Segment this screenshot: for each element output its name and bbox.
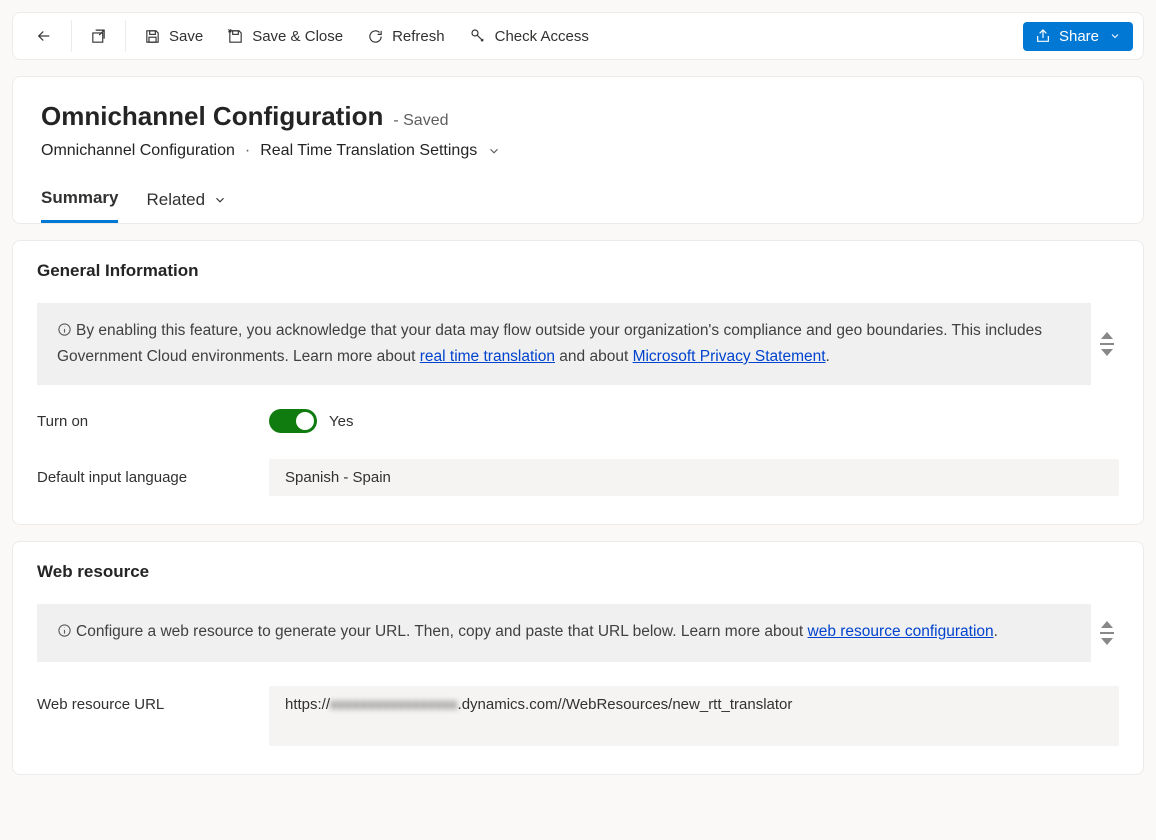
saved-status: - Saved bbox=[393, 112, 448, 130]
chevron-down-icon bbox=[487, 144, 501, 158]
real-time-translation-link[interactable]: real time translation bbox=[420, 348, 555, 365]
notice-scroll-control[interactable] bbox=[1095, 303, 1119, 385]
web-resource-notice: Configure a web resource to generate you… bbox=[37, 604, 1091, 662]
url-prefix: https:// bbox=[285, 696, 330, 713]
save-close-button[interactable]: Save & Close bbox=[215, 20, 355, 53]
turn-on-toggle[interactable] bbox=[269, 409, 317, 433]
check-access-icon bbox=[469, 27, 487, 45]
save-close-label: Save & Close bbox=[252, 28, 343, 45]
web-resource-url-label: Web resource URL bbox=[37, 686, 269, 713]
open-external-icon bbox=[90, 28, 107, 45]
tab-summary-label: Summary bbox=[41, 188, 118, 208]
scroll-down-icon bbox=[1101, 349, 1113, 356]
chevron-down-icon bbox=[1109, 30, 1121, 42]
back-button[interactable] bbox=[23, 19, 65, 53]
back-arrow-icon bbox=[35, 27, 53, 45]
scroll-down-icon bbox=[1101, 638, 1113, 645]
scroll-up-icon bbox=[1101, 621, 1113, 628]
notice-text: and about bbox=[555, 348, 633, 365]
open-new-window-button[interactable] bbox=[78, 20, 119, 53]
toggle-knob bbox=[296, 412, 314, 430]
web-resource-config-link[interactable]: web resource configuration bbox=[808, 623, 994, 640]
check-access-label: Check Access bbox=[495, 28, 589, 45]
url-suffix: .dynamics.com//WebResources/new_rtt_tran… bbox=[458, 696, 793, 713]
scroll-bar-icon bbox=[1100, 343, 1114, 345]
url-redacted: xxxxxxxxxxxxxxxxx bbox=[330, 696, 458, 713]
default-language-value: Spanish - Spain bbox=[285, 469, 391, 486]
notice-scroll-control[interactable] bbox=[1095, 604, 1119, 662]
web-resource-url-input[interactable]: https://xxxxxxxxxxxxxxxxx.dynamics.com//… bbox=[269, 686, 1119, 746]
breadcrumb-separator: · bbox=[245, 142, 250, 160]
divider bbox=[125, 20, 126, 52]
breadcrumb-dropdown[interactable] bbox=[487, 144, 501, 158]
check-access-button[interactable]: Check Access bbox=[457, 19, 601, 53]
notice-text: . bbox=[994, 623, 998, 640]
save-icon bbox=[144, 28, 161, 45]
share-button[interactable]: Share bbox=[1023, 22, 1133, 51]
turn-on-label: Turn on bbox=[37, 413, 269, 430]
share-icon bbox=[1035, 28, 1051, 44]
divider bbox=[71, 20, 72, 52]
info-icon bbox=[57, 622, 72, 646]
web-resource-section: Web resource Configure a web resource to… bbox=[13, 542, 1143, 774]
tab-related-label: Related bbox=[146, 190, 205, 210]
refresh-icon bbox=[367, 28, 384, 45]
tab-related[interactable]: Related bbox=[146, 188, 227, 223]
refresh-label: Refresh bbox=[392, 28, 445, 45]
section-title: Web resource bbox=[37, 562, 1119, 582]
section-title: General Information bbox=[37, 261, 1119, 281]
compliance-notice: By enabling this feature, you acknowledg… bbox=[37, 303, 1091, 385]
refresh-button[interactable]: Refresh bbox=[355, 20, 457, 53]
scroll-bar-icon bbox=[1100, 632, 1114, 634]
default-language-input[interactable]: Spanish - Spain bbox=[269, 459, 1119, 496]
share-label: Share bbox=[1059, 28, 1099, 45]
privacy-statement-link[interactable]: Microsoft Privacy Statement bbox=[633, 348, 826, 365]
breadcrumb-item[interactable]: Omnichannel Configuration bbox=[41, 142, 235, 160]
command-bar: Save Save & Close Refresh Check Access S… bbox=[13, 13, 1143, 59]
default-language-label: Default input language bbox=[37, 469, 269, 486]
save-close-icon bbox=[227, 28, 244, 45]
breadcrumb-item[interactable]: Real Time Translation Settings bbox=[260, 142, 477, 160]
scroll-up-icon bbox=[1101, 332, 1113, 339]
save-button[interactable]: Save bbox=[132, 20, 215, 53]
notice-text: . bbox=[826, 348, 830, 365]
record-header: Omnichannel Configuration - Saved Omnich… bbox=[13, 77, 1143, 223]
breadcrumb: Omnichannel Configuration · Real Time Tr… bbox=[41, 142, 1115, 160]
page-title: Omnichannel Configuration bbox=[41, 101, 383, 132]
general-information-section: General Information By enabling this fea… bbox=[13, 241, 1143, 524]
tab-summary[interactable]: Summary bbox=[41, 188, 118, 223]
tab-list: Summary Related bbox=[41, 188, 1115, 223]
chevron-down-icon bbox=[213, 193, 227, 207]
save-label: Save bbox=[169, 28, 203, 45]
info-icon bbox=[57, 321, 72, 345]
toggle-state-text: Yes bbox=[329, 413, 353, 430]
notice-text: Configure a web resource to generate you… bbox=[76, 623, 808, 640]
